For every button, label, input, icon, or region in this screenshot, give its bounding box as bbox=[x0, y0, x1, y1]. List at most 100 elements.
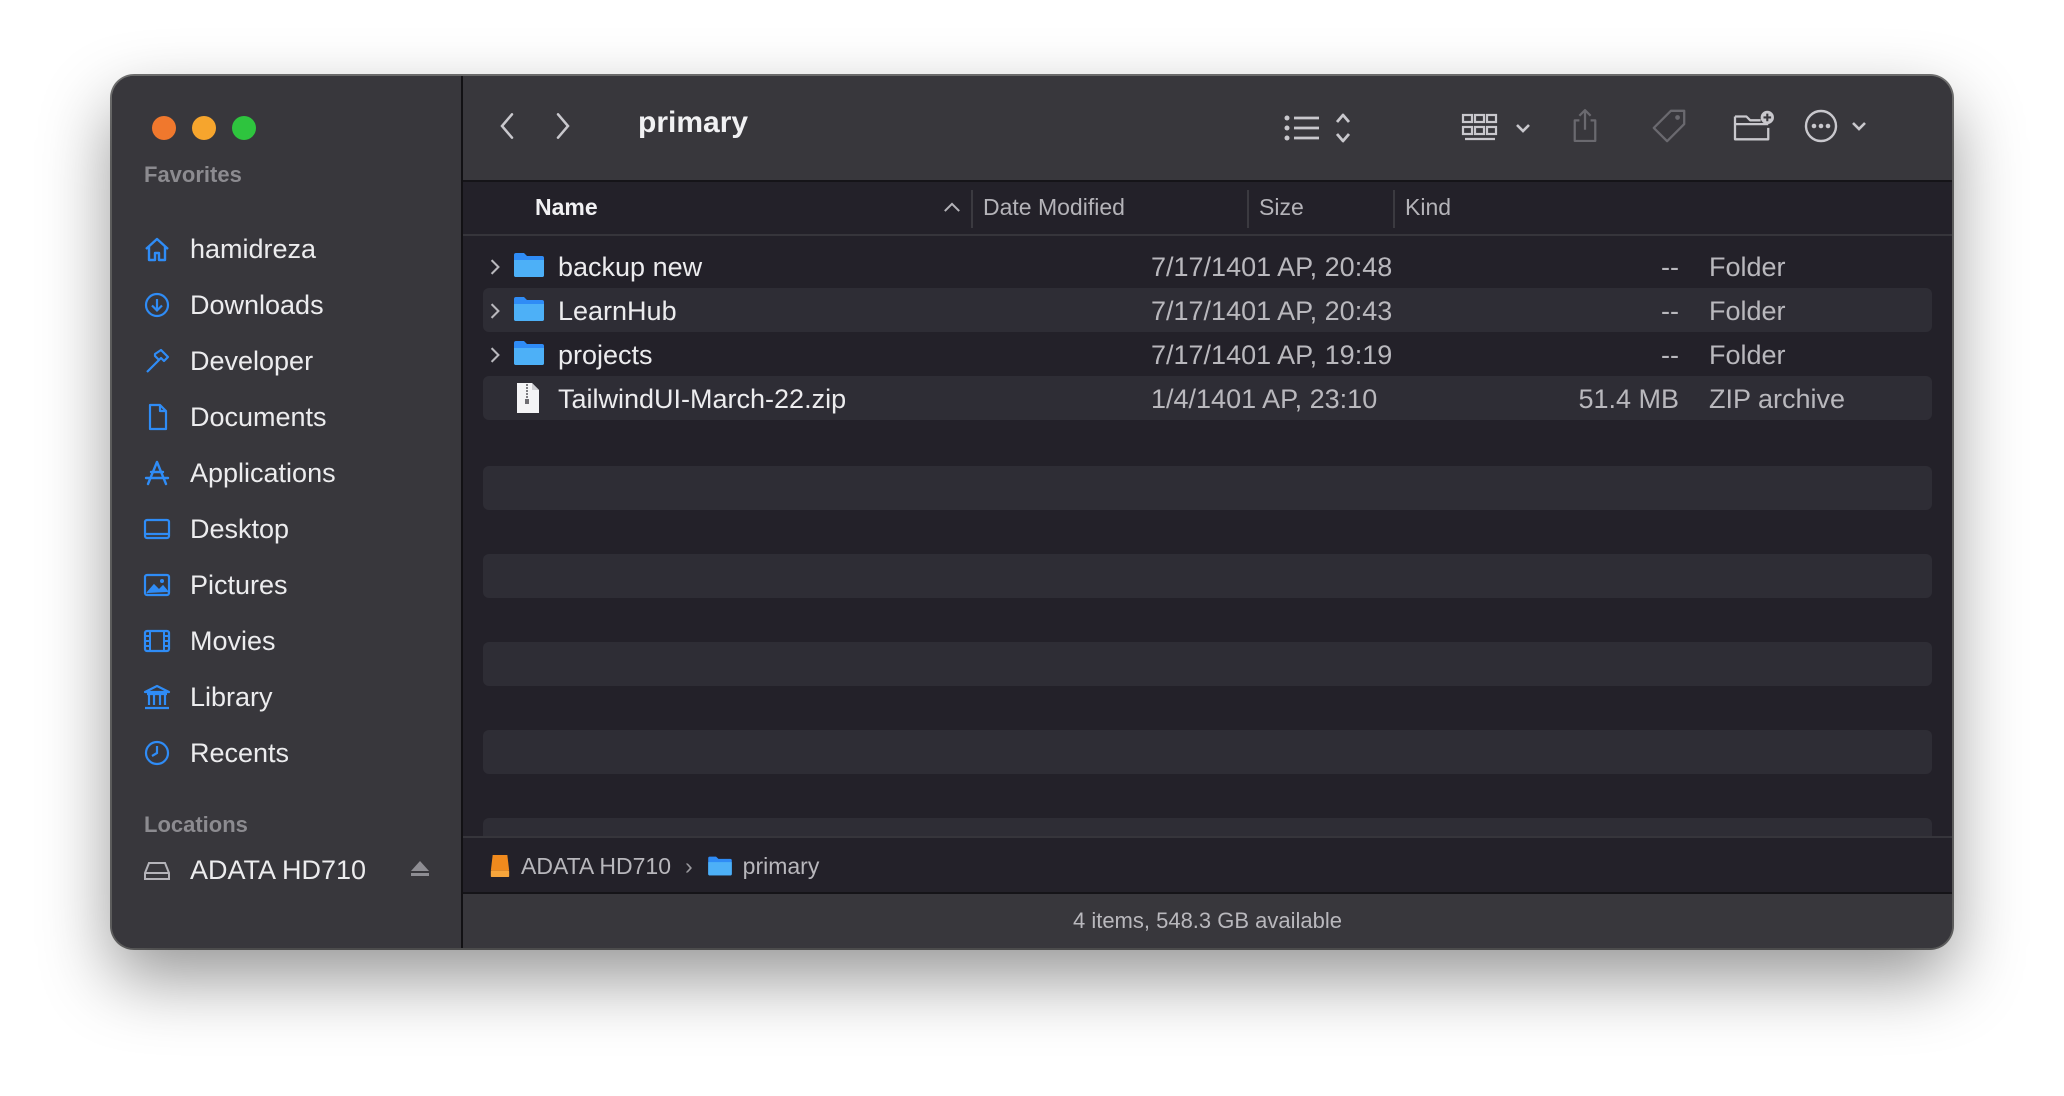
status-bar: 4 items, 548.3 GB available bbox=[463, 892, 1952, 948]
sidebar-item-desktop[interactable]: Desktop bbox=[132, 501, 452, 557]
download-icon bbox=[142, 290, 172, 320]
table-row[interactable]: TailwindUI-March-22.zip 1/4/1401 AP, 23:… bbox=[483, 376, 1932, 420]
file-date: 1/4/1401 AP, 23:10 bbox=[1151, 384, 1378, 414]
table-row[interactable]: projects 7/17/1401 AP, 19:19 -- Folder bbox=[483, 332, 1932, 376]
file-kind: ZIP archive bbox=[1709, 384, 1846, 414]
column-name[interactable]: Name bbox=[535, 194, 598, 221]
folder-icon bbox=[513, 339, 545, 374]
sidebar-item-home[interactable]: hamidreza bbox=[132, 221, 452, 277]
sidebar-item-pictures[interactable]: Pictures bbox=[132, 557, 452, 613]
file-name: backup new bbox=[558, 252, 703, 282]
new-folder-button[interactable] bbox=[1731, 104, 1777, 148]
file-size: -- bbox=[1661, 296, 1679, 326]
disclosure-triangle-icon[interactable] bbox=[489, 342, 501, 373]
grid-icon bbox=[1461, 113, 1530, 141]
home-icon bbox=[142, 234, 172, 264]
sidebar-item-label: ADATA HD710 bbox=[190, 854, 367, 885]
sort-ascending-icon[interactable] bbox=[943, 200, 961, 218]
list-view-icon bbox=[1284, 113, 1351, 143]
picture-icon bbox=[142, 570, 172, 600]
close-button[interactable] bbox=[152, 116, 176, 140]
file-size: -- bbox=[1661, 252, 1679, 282]
more-actions-button[interactable] bbox=[1803, 106, 1875, 146]
path-bar: ADATA HD710 › primary bbox=[463, 836, 1952, 894]
disclosure-triangle-icon[interactable] bbox=[489, 298, 501, 329]
document-icon bbox=[142, 402, 172, 432]
view-list-button[interactable] bbox=[1283, 108, 1355, 148]
back-button[interactable] bbox=[491, 106, 523, 146]
disclosure-triangle-icon[interactable] bbox=[489, 254, 501, 285]
path-item-folder[interactable]: primary bbox=[707, 852, 820, 880]
chevron-right-icon bbox=[556, 113, 570, 139]
window-title: primary bbox=[638, 106, 749, 139]
chevron-right-icon: › bbox=[684, 852, 693, 879]
sidebar-item-downloads[interactable]: Downloads bbox=[132, 277, 452, 333]
file-date: 7/17/1401 AP, 19:19 bbox=[1151, 340, 1393, 370]
minimize-button[interactable] bbox=[192, 116, 216, 140]
drive-icon bbox=[142, 855, 172, 885]
sidebar-item-label: Desktop bbox=[190, 513, 290, 544]
locations-heading: Locations bbox=[144, 812, 248, 837]
file-name: TailwindUI-March-22.zip bbox=[558, 384, 847, 414]
table-row[interactable]: LearnHub 7/17/1401 AP, 20:43 -- Folder bbox=[483, 288, 1932, 332]
film-icon bbox=[142, 626, 172, 656]
empty-row bbox=[483, 818, 1932, 836]
ellipsis-circle-icon bbox=[1804, 109, 1866, 143]
sidebar: Favorites hamidreza Downloads Developer bbox=[112, 76, 463, 948]
table-row[interactable]: backup new 7/17/1401 AP, 20:48 -- Folder bbox=[483, 244, 1932, 288]
sidebar-item-recents[interactable]: Recents bbox=[132, 725, 452, 781]
column-divider[interactable] bbox=[1247, 190, 1249, 228]
clock-icon bbox=[142, 738, 172, 768]
sidebar-item-documents[interactable]: Documents bbox=[132, 389, 452, 445]
zoom-button[interactable] bbox=[232, 116, 256, 140]
column-date-modified[interactable]: Date Modified bbox=[983, 194, 1125, 221]
file-size: -- bbox=[1661, 340, 1679, 370]
sidebar-item-label: Library bbox=[190, 681, 273, 712]
file-date: 7/17/1401 AP, 20:43 bbox=[1151, 296, 1393, 326]
new-folder-icon bbox=[1733, 110, 1774, 141]
sidebar-item-label: Recents bbox=[190, 737, 290, 768]
desktop-icon bbox=[142, 514, 172, 544]
eject-icon[interactable] bbox=[408, 856, 432, 887]
sidebar-item-movies[interactable]: Movies bbox=[132, 613, 452, 669]
sidebar-item-library[interactable]: Library bbox=[132, 669, 452, 725]
sidebar-item-label: Movies bbox=[190, 625, 276, 656]
file-kind: Folder bbox=[1709, 296, 1786, 326]
column-divider[interactable] bbox=[971, 190, 973, 228]
tag-button[interactable] bbox=[1649, 104, 1689, 148]
path-item-label: ADATA HD710 bbox=[521, 852, 671, 879]
sidebar-item-developer[interactable]: Developer bbox=[132, 333, 452, 389]
favorites-heading: Favorites bbox=[144, 162, 242, 187]
path-item-label: primary bbox=[742, 852, 820, 879]
file-date: 7/17/1401 AP, 20:48 bbox=[1151, 252, 1393, 282]
file-size: 51.4 MB bbox=[1578, 384, 1679, 414]
column-divider[interactable] bbox=[1393, 190, 1395, 228]
empty-row bbox=[483, 466, 1932, 510]
main-pane: primary Name Date Modified Size Kind bac… bbox=[463, 76, 1952, 948]
sidebar-item-adata-hd710[interactable]: ADATA HD710 bbox=[142, 842, 432, 898]
file-kind: Folder bbox=[1709, 252, 1786, 282]
favorites-list: hamidreza Downloads Developer Documents bbox=[132, 221, 452, 781]
forward-button[interactable] bbox=[547, 106, 579, 146]
column-kind[interactable]: Kind bbox=[1405, 194, 1451, 221]
sidebar-item-label: Applications bbox=[190, 457, 336, 488]
window-controls bbox=[152, 116, 256, 140]
path-item-drive[interactable]: ADATA HD710 bbox=[489, 853, 671, 880]
file-list: backup new 7/17/1401 AP, 20:48 -- Folder… bbox=[483, 244, 1932, 420]
sidebar-item-label: Developer bbox=[190, 345, 314, 376]
folder-icon bbox=[707, 856, 732, 876]
share-icon bbox=[1573, 109, 1597, 143]
sidebar-item-label: Downloads bbox=[190, 289, 324, 320]
column-header: Name Date Modified Size Kind bbox=[463, 182, 1952, 236]
sidebar-item-label: Documents bbox=[190, 401, 327, 432]
empty-row bbox=[483, 730, 1932, 774]
empty-row bbox=[483, 642, 1932, 686]
column-size[interactable]: Size bbox=[1259, 194, 1304, 221]
group-button[interactable] bbox=[1461, 108, 1535, 148]
library-icon bbox=[142, 682, 172, 712]
sidebar-item-applications[interactable]: Applications bbox=[132, 445, 452, 501]
file-name: projects bbox=[558, 340, 653, 370]
share-button[interactable] bbox=[1567, 104, 1603, 148]
sidebar-item-label: Pictures bbox=[190, 569, 288, 600]
folder-icon bbox=[513, 251, 545, 286]
